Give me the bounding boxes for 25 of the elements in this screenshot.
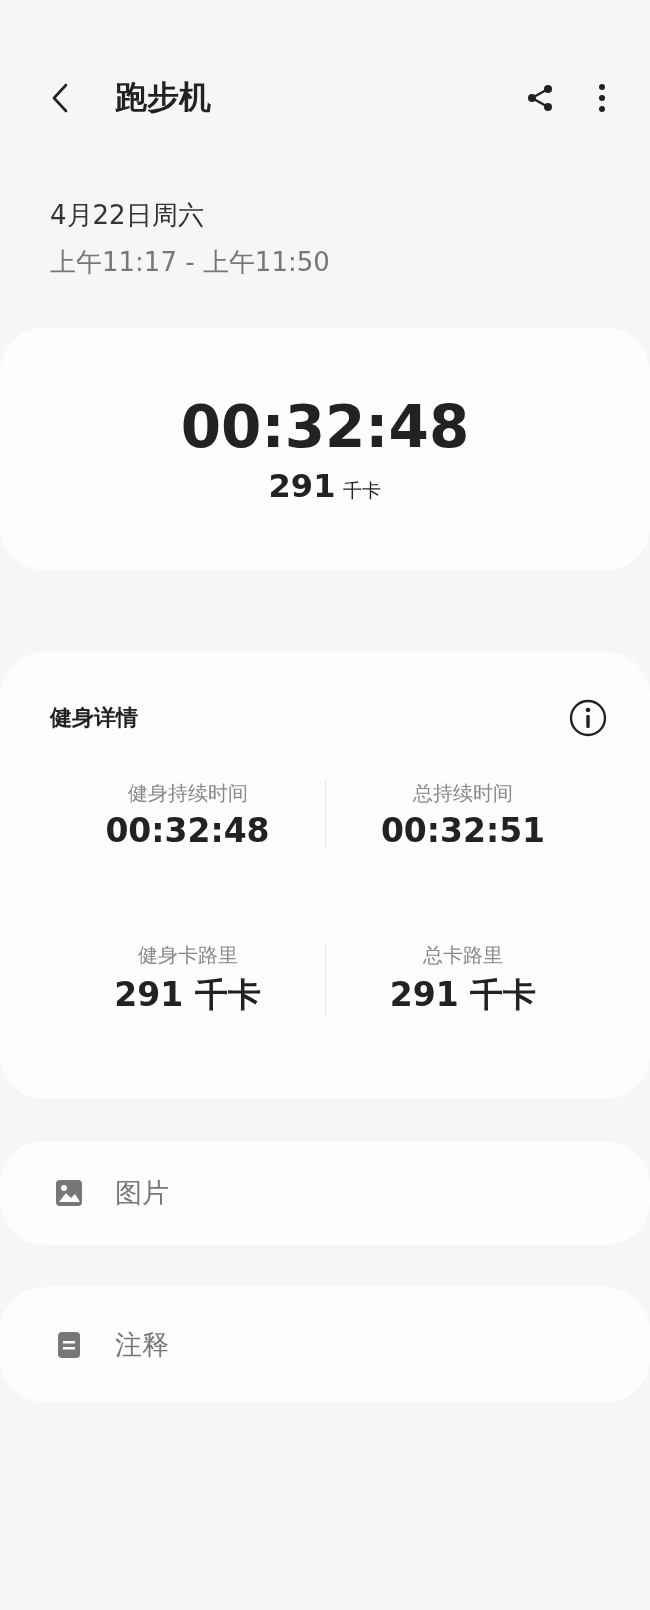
stat-label: 健身持续时间 — [127, 780, 248, 807]
note-icon — [55, 1330, 83, 1359]
back-button[interactable] — [50, 81, 70, 115]
session-date: 4月22日周六 — [50, 199, 205, 232]
image-icon — [55, 1179, 83, 1207]
calories-value: 291 — [268, 467, 336, 505]
info-icon[interactable] — [568, 698, 608, 738]
stat-label: 健身卡路里 — [137, 942, 238, 969]
section-title: 健身详情 — [50, 704, 138, 732]
more-icon[interactable] — [598, 82, 606, 114]
stat-value: 291 千卡 — [114, 974, 261, 1016]
back-icon — [50, 81, 70, 115]
session-time-range: 上午11:17 - 上午11:50 — [50, 246, 331, 279]
section-label: 注释 — [115, 1327, 169, 1362]
stat-label: 总卡路里 — [423, 942, 503, 969]
stat-value: 00:32:48 — [105, 811, 270, 850]
calories-unit: 千卡 — [343, 478, 382, 503]
section-label: 图片 — [115, 1176, 169, 1210]
stat-label: 总持续时间 — [413, 780, 513, 807]
stat-value: 291 千卡 — [389, 974, 537, 1016]
duration-value: 00:32:48 — [180, 393, 470, 461]
page-title: 跑步机 — [115, 77, 211, 118]
section-row[interactable]: 注释 — [0, 1287, 650, 1402]
section-row[interactable]: 图片 — [0, 1141, 650, 1245]
stat-value: 00:32:51 — [380, 811, 546, 850]
